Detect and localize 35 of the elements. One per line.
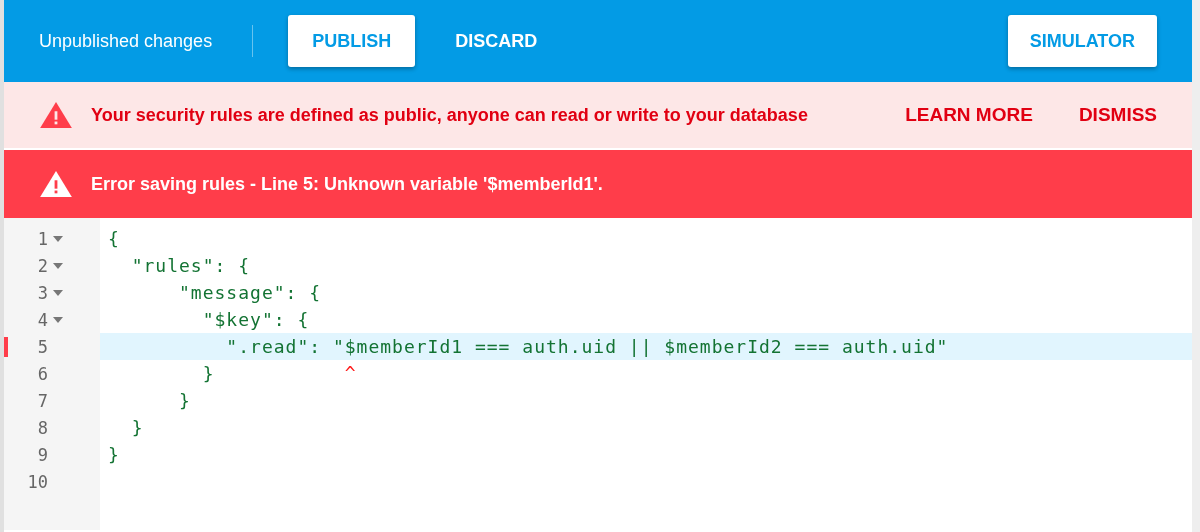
- line-number: 3: [36, 282, 48, 303]
- discard-button[interactable]: DISCARD: [435, 15, 558, 67]
- error-message: Error saving rules - Line 5: Unknown variable '$memberId1'.: [91, 173, 603, 195]
- fold-arrow-icon[interactable]: [53, 235, 63, 242]
- fold-arrow-icon[interactable]: [53, 262, 63, 269]
- line-number: 10: [26, 471, 48, 492]
- code-line: "rules": {: [130, 255, 251, 276]
- code-line: }: [201, 363, 215, 384]
- code-line: }: [178, 390, 191, 411]
- line-number: 5: [36, 336, 48, 357]
- warning-message: Your security rules are defined as public, anyone can read or write to your database: [91, 104, 808, 126]
- error-marker: [4, 337, 8, 357]
- line-number: 7: [36, 390, 48, 411]
- code-line: "$key": {: [201, 309, 310, 330]
- line-number: 1: [36, 228, 48, 249]
- banner-link[interactable]: DISMISS: [1078, 104, 1157, 126]
- line-number: 8: [36, 417, 48, 438]
- code-line: }: [108, 444, 120, 465]
- status-text: Unpublished changes: [39, 30, 213, 52]
- line-number: 6: [36, 363, 48, 384]
- code-line: ".read": "$memberId1 === auth.uid || $memberId2 === auth.uid": [225, 336, 949, 357]
- fold-arrow-icon[interactable]: [53, 289, 63, 296]
- line-number: 2: [36, 255, 48, 276]
- code-line: "message": {: [178, 282, 322, 303]
- line-number: 9: [36, 444, 48, 465]
- error-caret: ^: [343, 362, 357, 383]
- code-line: {: [108, 228, 120, 249]
- simulator-button[interactable]: SIMULATOR: [1007, 15, 1157, 67]
- warning-icon: [39, 101, 73, 129]
- code-line: }: [130, 417, 144, 438]
- banner-link[interactable]: LEARN MORE: [905, 104, 1033, 126]
- line-number: 4: [36, 309, 48, 330]
- warning-icon: [39, 170, 73, 198]
- publish-button[interactable]: PUBLISH: [288, 15, 416, 67]
- fold-arrow-icon[interactable]: [53, 316, 63, 323]
